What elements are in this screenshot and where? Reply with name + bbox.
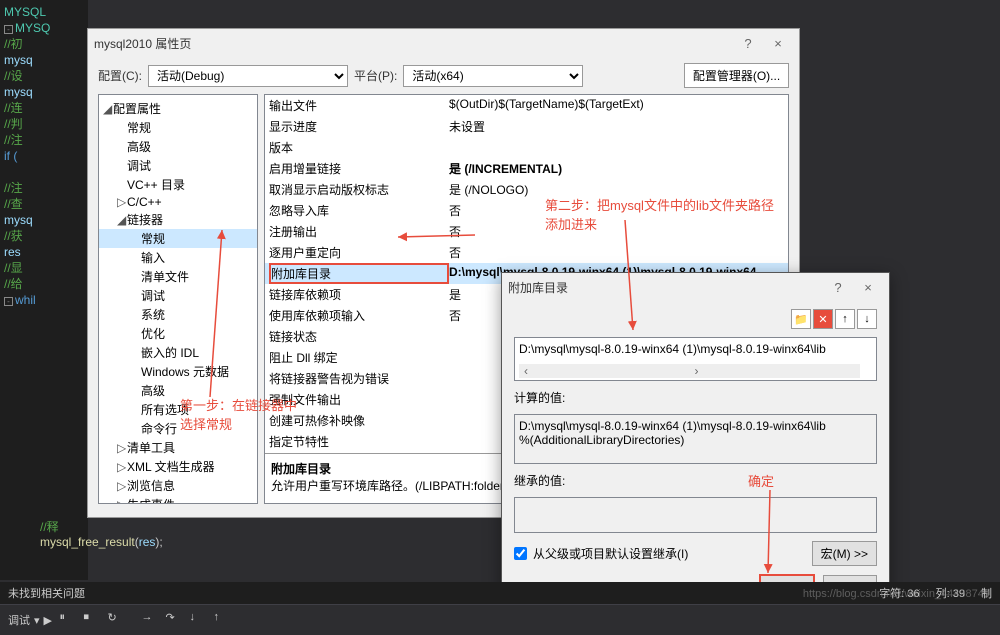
tree-item[interactable]: VC++ 目录: [99, 175, 257, 194]
stop-icon: ⏹: [84, 611, 102, 629]
property-row[interactable]: 逐用户重定向否: [265, 242, 788, 263]
config-select[interactable]: 活动(Debug): [148, 65, 348, 87]
step-icon: →: [142, 611, 160, 629]
tree-item[interactable]: 常规: [99, 118, 257, 137]
status-message: 未找到相关问题: [8, 585, 85, 601]
inherit-label: 继承的值:: [514, 472, 877, 489]
config-manager-button[interactable]: 配置管理器(O)...: [684, 63, 789, 88]
code-editor: MYSQL -MYSQ //初 mysq //设 mysq //连 //判 //…: [0, 0, 88, 580]
move-up-icon[interactable]: ↑: [835, 309, 855, 329]
tree-item[interactable]: ▷浏览信息: [99, 476, 257, 495]
property-row[interactable]: 注册输出否: [265, 221, 788, 242]
tree-item[interactable]: 高级: [99, 137, 257, 156]
step-over-icon: ↷: [166, 611, 184, 629]
close-icon[interactable]: ×: [763, 36, 793, 51]
step-out-icon: ↑: [214, 611, 232, 629]
computed-label: 计算的值:: [514, 389, 877, 406]
inherit-values: [514, 497, 877, 533]
property-row[interactable]: 输出文件$(OutDir)$(TargetName)$(TargetExt): [265, 95, 788, 116]
tree-item[interactable]: 优化: [99, 324, 257, 343]
path-input[interactable]: D:\mysql\mysql-8.0.19-winx64 (1)\mysql-8…: [514, 337, 877, 381]
tree-item[interactable]: ◢链接器: [99, 210, 257, 229]
additional-lib-dirs-dialog: 附加库目录 ? × 📁 ✕ ↑ ↓ D:\mysql\mysql-8.0.19-…: [501, 272, 890, 612]
inherit-checkbox[interactable]: [514, 547, 527, 560]
tree-item[interactable]: ▷C/C++: [99, 194, 257, 210]
help-icon[interactable]: ?: [733, 36, 763, 51]
new-folder-icon[interactable]: 📁: [791, 309, 811, 329]
step-into-icon: ↓: [190, 611, 208, 629]
platform-select[interactable]: 活动(x64): [403, 65, 583, 87]
debug-label: 调试: [8, 612, 30, 628]
tree-item[interactable]: Windows 元数据: [99, 362, 257, 381]
tree-item[interactable]: 所有选项: [99, 400, 257, 419]
delete-icon[interactable]: ✕: [813, 309, 833, 329]
platform-label: 平台(P):: [354, 67, 397, 84]
property-row[interactable]: 启用增量链接是 (/INCREMENTAL): [265, 158, 788, 179]
tree-item[interactable]: 系统: [99, 305, 257, 324]
watermark: https://blog.csdn.net/weixin_44438749: [803, 588, 990, 600]
tree-item[interactable]: ▷生成事件: [99, 495, 257, 504]
tree-item[interactable]: 常规: [99, 229, 257, 248]
tree-item[interactable]: ▷XML 文档生成器: [99, 457, 257, 476]
inherit-check-label: 从父级或项目默认设置继承(I): [533, 545, 688, 562]
category-tree[interactable]: ◢配置属性常规高级调试VC++ 目录▷C/C++◢链接器常规输入清单文件调试系统…: [98, 94, 258, 504]
titlebar: mysql2010 属性页 ? ×: [88, 29, 799, 57]
move-down-icon[interactable]: ↓: [857, 309, 877, 329]
property-row[interactable]: 显示进度未设置: [265, 116, 788, 137]
macro-button[interactable]: 宏(M) >>: [812, 541, 877, 566]
dialog-title: mysql2010 属性页: [94, 35, 733, 52]
tree-item[interactable]: 命令行: [99, 419, 257, 438]
pause-icon: ⏸: [60, 611, 78, 629]
close-icon[interactable]: ×: [853, 280, 883, 295]
help-icon[interactable]: ?: [823, 280, 853, 295]
tree-item[interactable]: 调试: [99, 156, 257, 175]
tree-item[interactable]: ◢配置属性: [99, 99, 257, 118]
sub-toolbar: 📁 ✕ ↑ ↓: [514, 309, 877, 329]
property-row[interactable]: 取消显示启动版权标志是 (/NOLOGO): [265, 179, 788, 200]
computed-values: D:\mysql\mysql-8.0.19-winx64 (1)\mysql-8…: [514, 414, 877, 464]
tree-item[interactable]: ▷清单工具: [99, 438, 257, 457]
property-row[interactable]: 忽略导入库否: [265, 200, 788, 221]
restart-icon: ↻: [108, 611, 126, 629]
debug-toolbar: 调试 ▾ ▶ ⏸ ⏹ ↻ → ↷ ↓ ↑: [0, 604, 1000, 635]
tree-item[interactable]: 调试: [99, 286, 257, 305]
property-row[interactable]: 版本: [265, 137, 788, 158]
code-line: //释 mysql_free_result(res);: [40, 518, 163, 549]
tree-item[interactable]: 嵌入的 IDL: [99, 343, 257, 362]
tree-item[interactable]: 输入: [99, 248, 257, 267]
sub-titlebar: 附加库目录 ? ×: [502, 273, 889, 301]
config-label: 配置(C):: [98, 67, 142, 84]
tree-item[interactable]: 高级: [99, 381, 257, 400]
sub-dialog-title: 附加库目录: [508, 279, 823, 296]
tree-item[interactable]: 清单文件: [99, 267, 257, 286]
